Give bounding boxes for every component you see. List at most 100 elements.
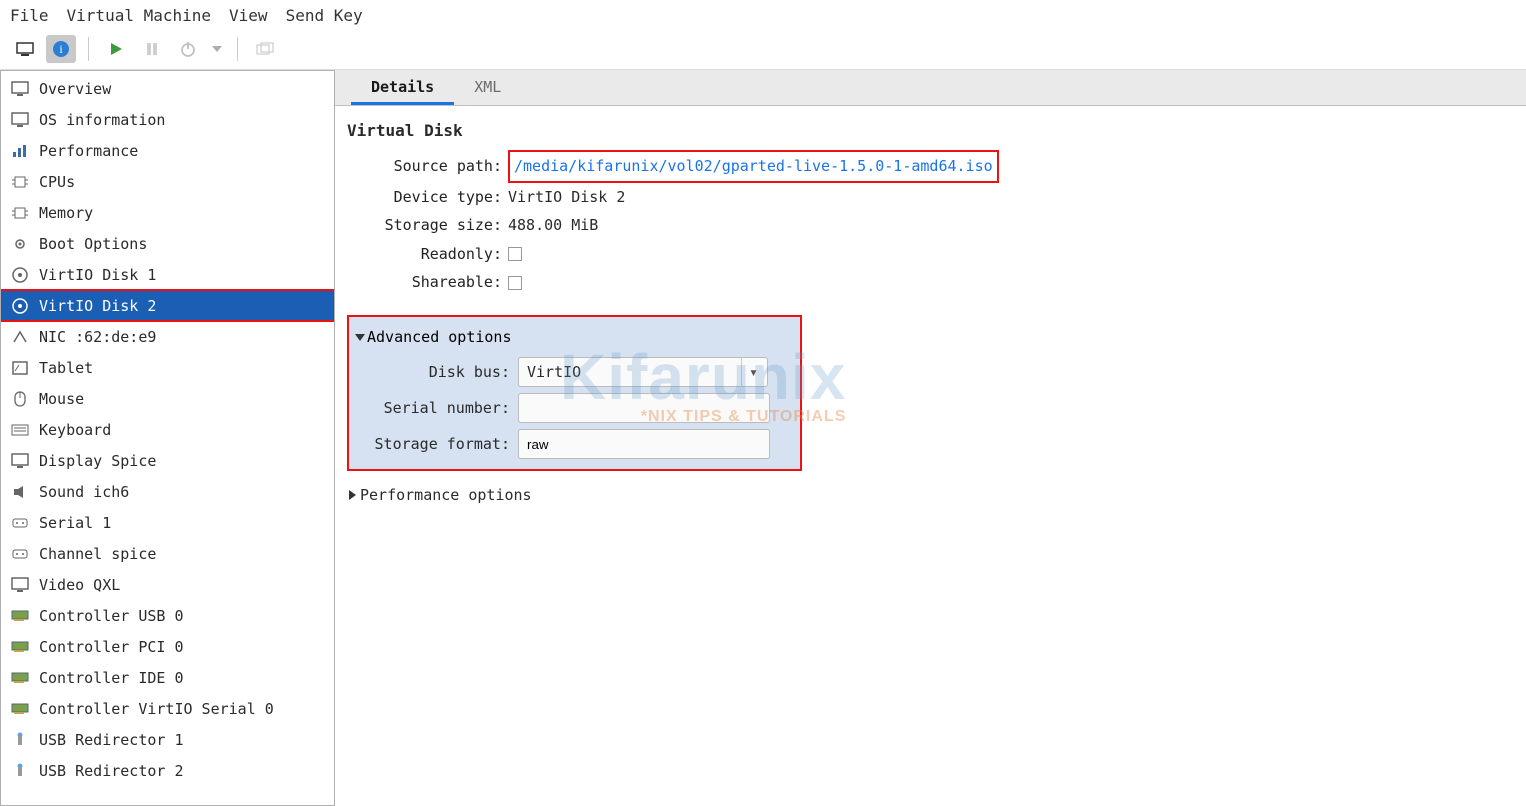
- sidebar-item-label: Channel spice: [39, 545, 156, 563]
- tablet-icon: [9, 358, 31, 378]
- sidebar-item-label: Tablet: [39, 359, 93, 377]
- chip-icon: [9, 203, 31, 223]
- sidebar-item-memory[interactable]: Memory: [1, 197, 334, 228]
- power-menu-button[interactable]: [209, 35, 225, 63]
- sidebar-item-label: USB Redirector 1: [39, 731, 184, 749]
- sidebar-item-label: Memory: [39, 204, 93, 222]
- sidebar-item-video-qxl[interactable]: Video QXL: [1, 569, 334, 600]
- sidebar-item-label: VirtIO Disk 1: [39, 266, 156, 284]
- run-button[interactable]: [101, 35, 131, 63]
- sidebar-item-nic-62-de-e9[interactable]: NIC :62:de:e9: [1, 321, 334, 352]
- sidebar-item-label: NIC :62:de:e9: [39, 328, 156, 346]
- sidebar-item-controller-virtio-serial-0[interactable]: Controller VirtIO Serial 0: [1, 693, 334, 724]
- details-panel: Details XML Virtual Disk Source path: /m…: [335, 70, 1526, 806]
- performance-options-toggle[interactable]: Performance options: [360, 486, 532, 504]
- separator: [237, 37, 238, 61]
- source-path-value[interactable]: /media/kifarunix/vol02/gparted-live-1.5.…: [508, 150, 999, 183]
- readonly-label: Readonly:: [347, 240, 502, 269]
- sidebar-item-label: OS information: [39, 111, 165, 129]
- sidebar-item-label: Sound ich6: [39, 483, 129, 501]
- sidebar-item-usb-redirector-1[interactable]: USB Redirector 1: [1, 724, 334, 755]
- storage-format-label: Storage format:: [355, 430, 510, 459]
- sidebar-item-label: Serial 1: [39, 514, 111, 532]
- port-icon: [9, 513, 31, 533]
- card-icon: [9, 637, 31, 657]
- disk-icon: [9, 265, 31, 285]
- nic-icon: [9, 327, 31, 347]
- sidebar-item-label: Controller PCI 0: [39, 638, 184, 656]
- sidebar-item-label: USB Redirector 2: [39, 762, 184, 780]
- sidebar-item-display-spice[interactable]: Display Spice: [1, 445, 334, 476]
- serial-number-label: Serial number:: [355, 394, 510, 423]
- sidebar-item-virtio-disk-2[interactable]: VirtIO Disk 2: [1, 290, 334, 321]
- tabs: Details XML: [335, 70, 1526, 106]
- card-icon: [9, 668, 31, 688]
- info-button[interactable]: i: [46, 35, 76, 63]
- sidebar-item-channel-spice[interactable]: Channel spice: [1, 538, 334, 569]
- separator: [88, 37, 89, 61]
- sidebar-item-os-information[interactable]: OS information: [1, 104, 334, 135]
- keyboard-icon: [9, 420, 31, 440]
- sidebar-item-boot-options[interactable]: Boot Options: [1, 228, 334, 259]
- disk-icon: [9, 296, 31, 316]
- sidebar-item-usb-redirector-2[interactable]: USB Redirector 2: [1, 755, 334, 786]
- usb-icon: [9, 730, 31, 750]
- sidebar-item-controller-usb-0[interactable]: Controller USB 0: [1, 600, 334, 631]
- chart-icon: [9, 141, 31, 161]
- source-path-label: Source path:: [347, 152, 502, 181]
- serial-number-input[interactable]: [518, 393, 770, 423]
- menu-view[interactable]: View: [229, 6, 268, 25]
- sidebar-item-label: Controller IDE 0: [39, 669, 184, 687]
- sidebar-item-serial-1[interactable]: Serial 1: [1, 507, 334, 538]
- advanced-options-section: Advanced options Disk bus: VirtIO ▾ Seri…: [347, 315, 802, 472]
- menubar[interactable]: File Virtual Machine View Send Key: [0, 0, 1526, 33]
- shareable-checkbox[interactable]: [508, 276, 522, 290]
- storage-size-value: 488.00 MiB: [508, 211, 598, 240]
- section-heading: Virtual Disk: [347, 116, 1516, 146]
- menu-send-key[interactable]: Send Key: [286, 6, 363, 25]
- sidebar-item-keyboard[interactable]: Keyboard: [1, 414, 334, 445]
- advanced-options-title[interactable]: Advanced options: [367, 328, 512, 346]
- sidebar-item-label: Keyboard: [39, 421, 111, 439]
- sidebar-item-performance[interactable]: Performance: [1, 135, 334, 166]
- monitor-icon: [9, 451, 31, 471]
- sidebar-item-virtio-disk-1[interactable]: VirtIO Disk 1: [1, 259, 334, 290]
- sidebar-item-label: Video QXL: [39, 576, 120, 594]
- device-type-label: Device type:: [347, 183, 502, 212]
- snapshots-button[interactable]: [250, 35, 280, 63]
- sidebar-item-mouse[interactable]: Mouse: [1, 383, 334, 414]
- sidebar-item-label: Overview: [39, 80, 111, 98]
- menu-virtual-machine[interactable]: Virtual Machine: [67, 6, 212, 25]
- card-icon: [9, 606, 31, 626]
- sidebar-item-overview[interactable]: Overview: [1, 73, 334, 104]
- pause-button[interactable]: [137, 35, 167, 63]
- sidebar-item-label: Controller USB 0: [39, 607, 184, 625]
- mouse-icon: [9, 389, 31, 409]
- sidebar-item-label: Performance: [39, 142, 138, 160]
- sidebar-item-controller-pci-0[interactable]: Controller PCI 0: [1, 631, 334, 662]
- menu-file[interactable]: File: [10, 6, 49, 25]
- sidebar-item-cpus[interactable]: CPUs: [1, 166, 334, 197]
- tab-xml[interactable]: XML: [454, 70, 521, 105]
- console-button[interactable]: [10, 35, 40, 63]
- power-button[interactable]: [173, 35, 203, 63]
- sound-icon: [9, 482, 31, 502]
- sidebar-item-label: Display Spice: [39, 452, 156, 470]
- port-icon: [9, 544, 31, 564]
- monitor-icon: [9, 79, 31, 99]
- disk-bus-select[interactable]: VirtIO ▾: [518, 357, 768, 387]
- chevron-down-icon: ▾: [741, 358, 759, 387]
- chevron-right-icon[interactable]: [349, 490, 356, 500]
- sidebar-item-tablet[interactable]: Tablet: [1, 352, 334, 383]
- chevron-down-icon[interactable]: [355, 334, 365, 341]
- hardware-sidebar[interactable]: Overview OS information Performance CPUs Mem…: [0, 70, 335, 806]
- monitor-icon: [9, 575, 31, 595]
- sidebar-item-controller-ide-0[interactable]: Controller IDE 0: [1, 662, 334, 693]
- storage-format-input[interactable]: [518, 429, 770, 459]
- readonly-checkbox[interactable]: [508, 247, 522, 261]
- disk-bus-value: VirtIO: [527, 358, 581, 387]
- tab-details[interactable]: Details: [351, 70, 454, 105]
- sidebar-item-sound-ich6[interactable]: Sound ich6: [1, 476, 334, 507]
- card-icon: [9, 699, 31, 719]
- sidebar-item-label: CPUs: [39, 173, 75, 191]
